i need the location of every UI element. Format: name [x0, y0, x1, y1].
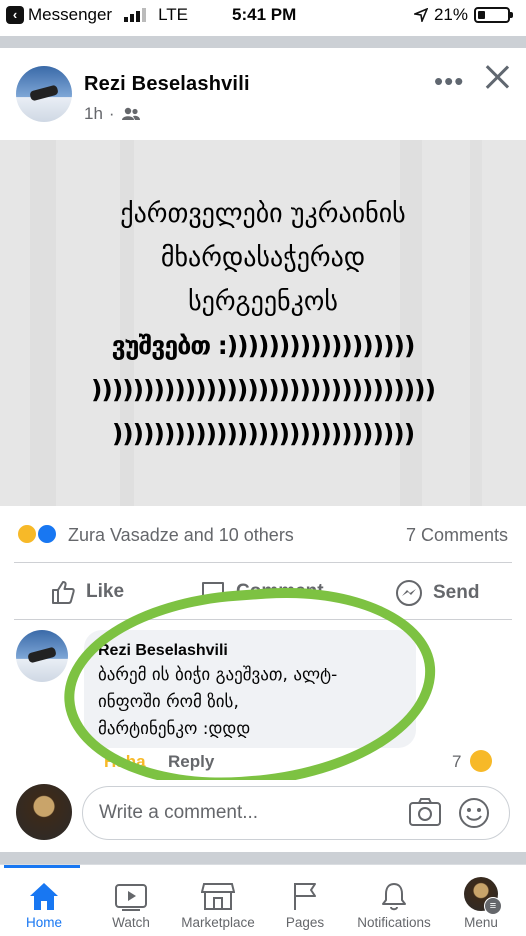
- comment-label: Comment: [236, 581, 324, 602]
- active-tab-indicator: [4, 865, 80, 868]
- comment-item: Rezi Beselashvili ბარემ ის ბიჭი გაეშვათ,…: [0, 620, 526, 780]
- haha-reaction-icon: [16, 523, 38, 545]
- post-author[interactable]: Rezi Beselashvili: [84, 73, 250, 96]
- comment-composer: Write a comment...: [0, 780, 526, 846]
- back-to-app[interactable]: ‹ Messenger LTE: [6, 5, 188, 25]
- comment-text: ბარემ ის ბიჭი გაეშვათ, ალტ- ინფოში რომ ზ…: [98, 662, 402, 743]
- comment-input-placeholder: Write a comment...: [99, 802, 259, 823]
- haha-reaction-icon: [470, 750, 492, 772]
- post-text-line: ქართველები უკრაინის: [120, 199, 406, 229]
- back-app-label: Messenger: [28, 5, 113, 24]
- reactions-summary[interactable]: Zura Vasadze and 10 others 7 Comments: [0, 506, 526, 562]
- post-text-line: მხარდასაჭერად: [160, 243, 366, 273]
- send-label: Send: [433, 582, 480, 603]
- location-icon: [413, 8, 428, 22]
- tab-home[interactable]: Home: [0, 879, 88, 930]
- tab-marketplace[interactable]: Marketplace: [174, 879, 262, 930]
- tab-label: Marketplace: [181, 915, 255, 930]
- tab-label: Watch: [112, 915, 150, 930]
- post-time[interactable]: 1h: [84, 104, 103, 124]
- comment-input[interactable]: Write a comment...: [82, 786, 510, 840]
- close-icon[interactable]: [482, 62, 512, 92]
- comment-icon: [202, 582, 224, 603]
- pages-flag-icon: [294, 883, 316, 910]
- like-icon: [52, 581, 75, 604]
- home-icon: [30, 883, 58, 910]
- author-avatar[interactable]: [16, 66, 72, 122]
- clock: 5:41 PM: [232, 5, 297, 24]
- watch-icon: [115, 884, 147, 911]
- post-actions: Like Comment Send: [0, 563, 526, 619]
- post-text-line: ))))))))))))))))))))))))))))): [111, 419, 415, 448]
- tab-label: Menu: [464, 915, 498, 930]
- post-text-line: სერგეენკოს: [188, 287, 338, 317]
- battery-percent: 21%: [433, 5, 468, 24]
- more-options-icon[interactable]: •••: [434, 66, 464, 97]
- carrier-label: LTE: [158, 5, 189, 24]
- post-header: Rezi Beselashvili 1h · •••: [0, 48, 526, 140]
- comment-text-line: ინფოში რომ ზის,: [98, 692, 239, 712]
- friends-icon: [121, 107, 140, 120]
- post-meta: 1h ·: [84, 104, 141, 124]
- comment-haha-button[interactable]: Haha: [104, 752, 146, 772]
- tab-label: Notifications: [357, 915, 431, 930]
- bottom-tab-bar: Home Watch Marketplace Pages Notificatio…: [0, 864, 526, 936]
- comment-text-line: მარტინენკო :დდდ: [98, 719, 251, 739]
- battery-icon: [474, 7, 513, 23]
- post-image[interactable]: ქართველები უკრაინის მხარდასაჭერად სერგეე…: [0, 140, 526, 506]
- comment-text-line: ბარემ ის ბიჭი გაეშვათ, ალტ-: [98, 665, 338, 685]
- comments-count[interactable]: 7 Comments: [406, 525, 508, 546]
- post-text-line: ვუშვებთ :)))))))))))))))))): [111, 331, 416, 360]
- post-text-line: ))))))))))))))))))))))))))))))))): [90, 375, 436, 404]
- like-button[interactable]: Like: [50, 579, 124, 605]
- tab-label: Pages: [285, 915, 325, 930]
- comment-reply-button[interactable]: Reply: [168, 752, 214, 772]
- comment-bubble[interactable]: Rezi Beselashvili ბარემ ის ბიჭი გაეშვათ,…: [84, 630, 416, 748]
- section-separator: [0, 36, 526, 48]
- camera-icon[interactable]: [408, 797, 442, 827]
- status-bar: ‹ Messenger LTE 5:41 PM 21%: [0, 0, 526, 32]
- tab-pages[interactable]: Pages: [261, 879, 349, 930]
- commenter-avatar[interactable]: [16, 630, 68, 682]
- back-icon: ‹: [6, 6, 24, 24]
- post-image-text: ქართველები უკრაინის მხარდასაჭერად სერგეე…: [0, 192, 526, 456]
- messenger-icon: [396, 580, 422, 606]
- reactions-names[interactable]: Zura Vasadze and 10 others: [68, 525, 294, 546]
- signal-icon: [124, 8, 147, 22]
- tab-notifications[interactable]: Notifications: [350, 879, 438, 930]
- current-user-avatar: [16, 784, 72, 840]
- section-separator: [0, 852, 526, 864]
- send-button[interactable]: Send: [395, 579, 479, 607]
- like-label: Like: [86, 581, 125, 602]
- tab-watch[interactable]: Watch: [87, 879, 175, 930]
- comment-reaction-count: 7: [452, 752, 462, 771]
- marketplace-icon: [201, 883, 235, 910]
- comment-button[interactable]: Comment: [200, 579, 324, 605]
- menu-avatar-icon: [464, 877, 502, 915]
- tab-menu[interactable]: Menu: [437, 877, 525, 930]
- tab-label: Home: [25, 915, 62, 930]
- emoji-icon[interactable]: [458, 797, 490, 829]
- bell-icon: [382, 883, 406, 911]
- comment-author[interactable]: Rezi Beselashvili: [98, 642, 402, 660]
- like-reaction-icon: [36, 523, 58, 545]
